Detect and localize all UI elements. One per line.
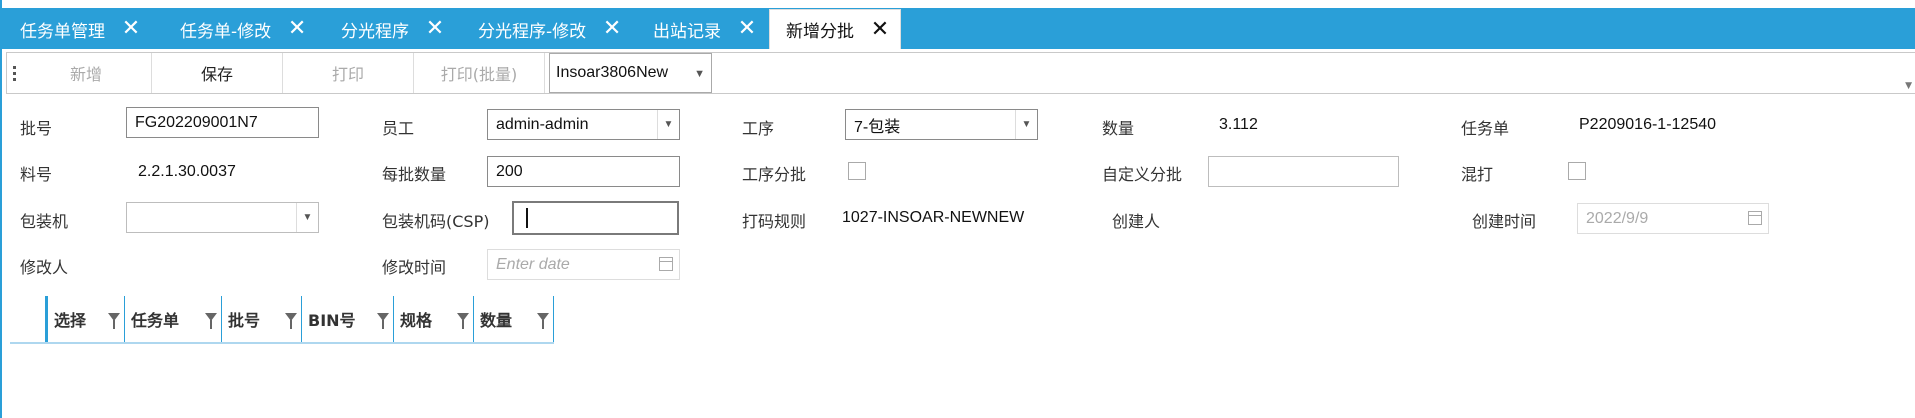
save-button[interactable]: 保存 (152, 53, 283, 93)
modifier-label: 修改人 (20, 258, 69, 277)
tab-label: 分光程序-修改 (478, 21, 587, 42)
grid-row-header[interactable] (10, 296, 48, 342)
filter-icon[interactable] (205, 313, 217, 329)
print-button[interactable]: 打印 (283, 53, 414, 93)
column-header-quantity[interactable]: 数量 (474, 296, 554, 342)
tab-new-batch[interactable]: 新增分批 ✕ (769, 9, 901, 49)
create-time-value: 2022/9/9 (1586, 209, 1649, 227)
tab-spectral-program[interactable]: 分光程序 ✕ (325, 9, 462, 49)
column-header-label: BIN号 (308, 311, 356, 330)
column-header-bin[interactable]: BIN号 (302, 296, 394, 342)
task-value: P2209016-1-12540 (1579, 116, 1717, 133)
mixed-label: 混打 (1461, 165, 1494, 184)
overflow-icon[interactable]: ▼ (1905, 81, 1912, 91)
quantity-value: 3.112 (1219, 116, 1258, 133)
add-button[interactable]: 新增 (21, 53, 152, 93)
per-batch-label: 每批数量 (382, 165, 447, 184)
close-icon[interactable]: ✕ (121, 18, 141, 40)
chevron-down-icon: ▼ (296, 203, 318, 232)
create-time-input[interactable]: 2022/9/9 (1577, 203, 1769, 234)
toolbar-grip-icon[interactable] (7, 53, 21, 93)
create-time-label: 创建时间 (1472, 212, 1537, 231)
template-select-value: Insoar3806New (556, 64, 669, 81)
calendar-icon[interactable] (1748, 211, 1762, 225)
tab-outbound-records[interactable]: 出站记录 ✕ (637, 9, 769, 49)
modify-time-input[interactable]: Enter date (487, 249, 680, 280)
modify-time-placeholder: Enter date (496, 255, 570, 273)
batch-no-label: 批号 (20, 119, 53, 138)
tab-task-management[interactable]: 任务单管理 ✕ (4, 9, 164, 49)
packer-select[interactable]: ▼ (126, 202, 319, 233)
column-header-batch[interactable]: 批号 (222, 296, 302, 342)
app-window: 任务单管理 ✕ 任务单-修改 ✕ 分光程序 ✕ 分光程序-修改 ✕ 出站记录 ✕… (0, 0, 1915, 418)
process-value: 7-包装 (854, 118, 901, 136)
filter-icon[interactable] (537, 313, 549, 329)
modify-time-label: 修改时间 (382, 258, 447, 277)
process-label: 工序 (742, 119, 775, 138)
packer-label: 包装机 (20, 212, 69, 231)
batch-grid-header: 选择 任务单 批号 BIN号 规格 数量 (10, 296, 554, 344)
filter-icon[interactable] (108, 313, 120, 329)
column-header-spec[interactable]: 规格 (394, 296, 474, 342)
filter-icon[interactable] (285, 313, 297, 329)
close-icon[interactable]: ✕ (870, 18, 890, 41)
template-select[interactable]: Insoar3806New ▼ (549, 53, 712, 93)
column-header-label: 任务单 (131, 311, 180, 330)
employee-value: admin-admin (496, 115, 589, 133)
column-header-label: 数量 (480, 311, 513, 330)
quantity-label: 数量 (1102, 119, 1135, 138)
close-icon[interactable]: ✕ (287, 18, 307, 40)
column-header-select[interactable]: 选择 (48, 296, 125, 342)
batch-no-value: FG202209001N7 (135, 113, 258, 131)
employee-select[interactable]: admin-admin ▼ (487, 109, 680, 140)
packer-code-input[interactable] (512, 201, 679, 235)
packer-code-label: 包装机码(CSP) (382, 212, 490, 231)
per-batch-value: 200 (496, 162, 523, 180)
close-icon[interactable]: ✕ (737, 18, 757, 40)
tab-label: 新增分批 (786, 22, 854, 42)
task-label: 任务单 (1461, 119, 1510, 138)
creator-label: 创建人 (1112, 212, 1161, 231)
chevron-down-icon: ▼ (657, 110, 679, 139)
tab-bar: 任务单管理 ✕ 任务单-修改 ✕ 分光程序 ✕ 分光程序-修改 ✕ 出站记录 ✕… (2, 8, 1915, 49)
chevron-down-icon: ▼ (694, 68, 705, 80)
custom-split-input[interactable] (1208, 156, 1399, 187)
mixed-checkbox[interactable] (1568, 162, 1586, 180)
filter-icon[interactable] (377, 313, 389, 329)
process-select[interactable]: 7-包装 ▼ (845, 109, 1038, 140)
top-strip (2, 0, 1915, 8)
tab-label: 任务单管理 (20, 21, 105, 42)
batch-no-input[interactable]: FG202209001N7 (126, 107, 319, 138)
column-header-label: 规格 (400, 311, 433, 330)
code-rule-value: 1027-INSOAR-NEWNEW (842, 209, 1025, 226)
text-cursor (526, 208, 528, 228)
chevron-down-icon: ▼ (1015, 110, 1037, 139)
employee-label: 员工 (382, 119, 415, 138)
tab-spectral-program-edit[interactable]: 分光程序-修改 ✕ (462, 9, 637, 49)
calendar-icon[interactable] (659, 257, 673, 271)
process-split-label: 工序分批 (742, 165, 807, 184)
tab-label: 出站记录 (653, 21, 721, 42)
tab-label: 分光程序 (341, 21, 409, 42)
close-icon[interactable]: ✕ (602, 18, 622, 40)
close-icon[interactable]: ✕ (425, 18, 445, 40)
filter-icon[interactable] (457, 313, 469, 329)
column-header-label: 批号 (228, 311, 261, 330)
column-header-task[interactable]: 任务单 (125, 296, 222, 342)
tab-task-edit[interactable]: 任务单-修改 ✕ (164, 9, 325, 49)
per-batch-input[interactable]: 200 (487, 156, 680, 187)
material-label: 料号 (20, 165, 53, 184)
custom-split-label: 自定义分批 (1102, 165, 1183, 184)
tab-label: 任务单-修改 (180, 21, 272, 42)
process-split-checkbox[interactable] (848, 162, 866, 180)
material-value: 2.2.1.30.0037 (138, 163, 236, 180)
column-header-label: 选择 (54, 311, 87, 330)
toolbar: 新增 保存 打印 打印(批量) Insoar3806New ▼ ▼ (6, 52, 1915, 94)
print-batch-button[interactable]: 打印(批量) (414, 53, 545, 93)
code-rule-label: 打码规则 (742, 212, 807, 231)
